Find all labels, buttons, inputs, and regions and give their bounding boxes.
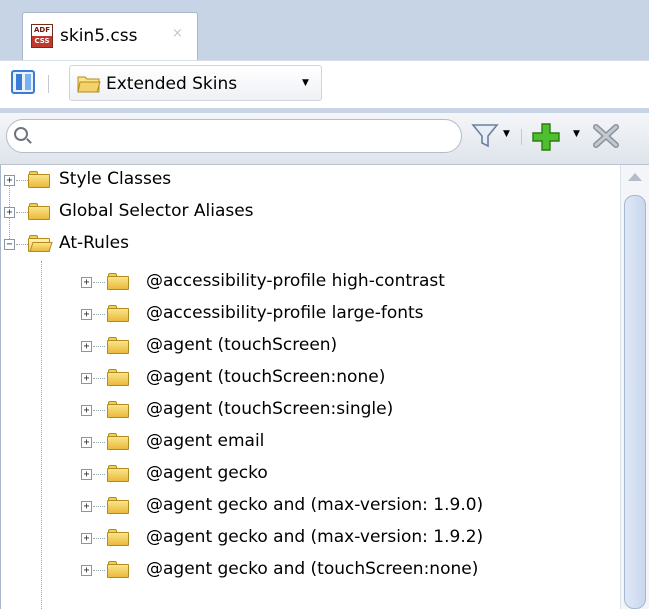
tab-close-icon[interactable]: × [172,26,183,41]
expand-icon[interactable]: + [81,373,92,384]
tree-item-label: @agent (touchScreen) [146,335,338,355]
tree-item-at-rule[interactable]: + @agent gecko and (touchScreen:none) [1,555,621,587]
tree-item-at-rule[interactable]: + @accessibility-profile high-contrast [1,267,621,299]
add-dropdown-chevron-icon[interactable]: ▼ [573,129,580,139]
expand-icon[interactable]: + [81,309,92,320]
tree-connector [16,244,28,245]
folder-icon [107,304,129,322]
file-icon-bottom-text: CSS [32,36,52,47]
expand-icon[interactable]: + [81,341,92,352]
scrollbar-thumb[interactable] [624,195,646,609]
tree-item-style-classes[interactable]: + Style Classes [1,165,621,197]
adf-css-file-icon: ADF CSS [31,24,53,48]
expand-icon[interactable]: + [81,405,92,416]
tree-item-at-rule[interactable]: + @agent (touchScreen:none) [1,363,621,395]
tree-connector [93,314,105,315]
search-icon [14,127,28,141]
tree-connector [93,538,105,539]
search-bar-separator [521,129,522,145]
tree-item-label: @agent email [146,431,265,451]
folder-icon [107,272,129,290]
tree-item-label: Style Classes [59,169,172,189]
expand-icon[interactable]: + [81,277,92,288]
tree-item-label: @accessibility-profile high-contrast [146,271,445,291]
expand-icon[interactable]: + [81,437,92,448]
tree-item-label: @agent (touchScreen:none) [146,367,386,387]
folder-icon [107,400,129,418]
tree-item-label: @agent gecko and (max-version: 1.9.0) [146,495,484,515]
folder-icon [28,170,50,188]
filter-dropdown-chevron-icon[interactable]: ▼ [503,129,510,139]
tree-item-at-rule[interactable]: + @agent gecko [1,459,621,491]
tree-item-label: @agent gecko and (max-version: 1.9.2) [146,527,484,547]
filter-icon[interactable] [470,122,500,155]
tree-item-at-rule[interactable]: + @agent email [1,427,621,459]
expand-icon[interactable]: + [81,565,92,576]
tree-item-label: @agent gecko and (touchScreen:none) [146,559,479,579]
expand-icon[interactable]: + [81,533,92,544]
file-icon-top-text: ADF [32,25,52,36]
tree-item-label: @agent gecko [146,463,268,483]
toolbar: Extended Skins ▼ [0,60,649,108]
tree-item-global-selector-aliases[interactable]: + Global Selector Aliases [1,197,621,229]
tree-connector [93,410,105,411]
tree-connector [16,180,28,181]
folder-icon [107,496,129,514]
tree-connector [93,570,105,571]
chevron-down-icon: ▼ [302,78,309,88]
expand-icon[interactable]: + [4,207,15,218]
tab-title: skin5.css [60,26,138,46]
skin-tree: + Style Classes + Global Selector Aliase… [0,165,649,609]
add-icon[interactable] [530,121,562,158]
tree-connector [93,378,105,379]
tree-connector [16,212,28,213]
search-input[interactable] [37,124,437,148]
folder-icon [77,74,101,99]
delete-icon[interactable] [591,122,621,155]
tree-item-label: At-Rules [59,233,129,253]
extended-skins-dropdown[interactable]: Extended Skins ▼ [69,65,322,101]
folder-icon [28,202,50,220]
tree-item-label: @accessibility-profile large-fonts [146,303,424,323]
tree-item-at-rule[interactable]: + @agent gecko and (max-version: 1.9.2) [1,523,621,555]
collapse-icon[interactable]: − [4,239,15,250]
tree-connector [93,346,105,347]
tree-item-label: @agent (touchScreen:single) [146,399,394,419]
expand-icon[interactable]: + [4,175,15,186]
tree-item-at-rules[interactable]: − At-Rules [1,229,621,261]
tab-skin5-css[interactable]: ADF CSS skin5.css × [22,12,198,60]
folder-icon [107,336,129,354]
extended-skins-label: Extended Skins [106,74,238,94]
tree-item-at-rule[interactable]: + @agent (touchScreen:single) [1,395,621,427]
folder-icon [107,528,129,546]
folder-icon [107,368,129,386]
tree-connector [93,282,105,283]
tree-scrollbar[interactable] [620,165,649,609]
search-bar: ▼ ▼ [0,113,649,165]
tree-connector [93,442,105,443]
folder-icon [107,560,129,578]
open-folder-icon [28,234,53,252]
editor-tab-strip: ADF CSS skin5.css × [0,0,649,60]
tree-connector [93,506,105,507]
tree-item-at-rule[interactable]: + @agent (touchScreen) [1,331,621,363]
toolbar-separator [48,75,49,93]
scroll-up-arrow-icon[interactable] [628,173,642,181]
folder-icon [107,432,129,450]
tree-item-label: Global Selector Aliases [59,201,254,221]
search-field[interactable] [6,119,462,153]
expand-icon[interactable]: + [81,469,92,480]
tree-item-at-rule[interactable]: + @accessibility-profile large-fonts [1,299,621,331]
tree-item-at-rule[interactable]: + @agent gecko and (max-version: 1.9.0) [1,491,621,523]
folder-icon [107,464,129,482]
split-view-icon[interactable] [11,70,35,94]
expand-icon[interactable]: + [81,501,92,512]
tree-connector [93,474,105,475]
